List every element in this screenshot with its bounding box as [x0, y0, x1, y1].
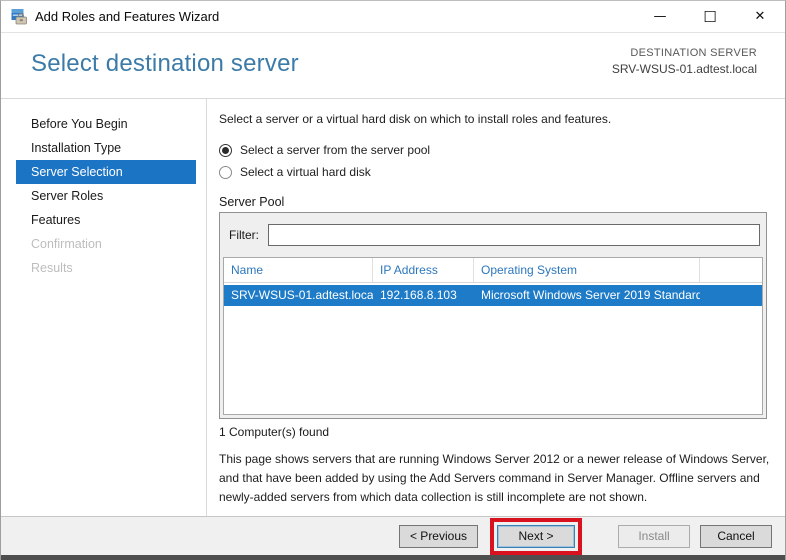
sidebar-item-features[interactable]: Features [1, 208, 206, 232]
destination-block: DESTINATION SERVER SRV-WSUS-01.adtest.lo… [612, 47, 757, 76]
column-header-operating-system[interactable]: Operating System [474, 258, 700, 282]
radio-virtual-hard-disk[interactable] [219, 165, 232, 179]
radio-server-pool-label: Select a server from the server pool [240, 143, 431, 157]
column-header-ip-address[interactable]: IP Address [373, 258, 474, 282]
close-button[interactable]: ✕ [735, 1, 785, 33]
wizard-footer: < Previous Next > Install Cancel [1, 516, 785, 555]
sidebar-item-server-roles[interactable]: Server Roles [1, 184, 206, 208]
filter-input[interactable] [268, 224, 760, 246]
cell-server-name: SRV-WSUS-01.adtest.local [231, 288, 373, 302]
sidebar-item-results: Results [31, 261, 73, 275]
sidebar-item-installation-type[interactable]: Installation Type [1, 136, 206, 160]
minimize-button[interactable]: — [635, 1, 685, 33]
filter-label: Filter: [229, 228, 259, 242]
title-bar: Add Roles and Features Wizard — ☐ ✕ [1, 1, 785, 33]
cell-ip-address: 192.168.8.103 [380, 288, 457, 302]
radio-virtual-hard-disk-label: Select a virtual hard disk [240, 165, 371, 179]
wizard-header: Select destination server DESTINATION SE… [1, 33, 785, 99]
red-annotation-box: Next > [490, 517, 582, 555]
window-bottom-border [1, 555, 785, 560]
table-header-row: Name IP Address Operating System [224, 258, 762, 283]
page-description: This page shows servers that are running… [219, 452, 770, 504]
column-header-extra [700, 258, 762, 282]
sidebar-item-server-selection[interactable]: Server Selection [16, 160, 196, 184]
server-pool-panel: Filter: Name IP Address Operating System… [219, 212, 767, 419]
page-title: Select destination server [31, 50, 299, 77]
cancel-button[interactable]: Cancel [700, 524, 772, 548]
maximize-button[interactable]: ☐ [685, 1, 735, 33]
window-title: Add Roles and Features Wizard [35, 9, 220, 24]
server-pool-table: Name IP Address Operating System SRV-WSU… [223, 257, 763, 415]
table-row-selected[interactable]: SRV-WSUS-01.adtest.local 192.168.8.103 M… [224, 285, 762, 306]
radio-option-virtual-hard-disk[interactable]: Select a virtual hard disk [219, 165, 779, 179]
destination-server-name: SRV-WSUS-01.adtest.local [611, 62, 757, 76]
intro-text: Select a server or a virtual hard disk o… [219, 112, 612, 126]
computers-found-count: 1 Computer(s) found [219, 425, 330, 439]
server-pool-label: Server Pool [219, 195, 285, 209]
wizard-app-icon [11, 8, 27, 24]
previous-button[interactable]: < Previous [398, 524, 478, 548]
sidebar-item-before-you-begin[interactable]: Before You Begin [1, 112, 206, 136]
radio-option-server-pool[interactable]: Select a server from the server pool [219, 143, 779, 157]
sidebar-item-confirmation: Confirmation [31, 237, 102, 251]
wizard-content: Select a server or a virtual hard disk o… [207, 99, 785, 516]
wizard-window: Add Roles and Features Wizard — ☐ ✕ Sele… [0, 0, 786, 560]
install-button: Install [618, 524, 690, 548]
column-header-name[interactable]: Name [224, 258, 373, 282]
destination-label: DESTINATION SERVER [630, 47, 757, 59]
next-button[interactable]: Next > [497, 524, 575, 548]
radio-server-pool[interactable] [219, 143, 232, 157]
cell-operating-system: Microsoft Windows Server 2019 Standard [481, 288, 700, 302]
wizard-steps-sidebar: Before You Begin Installation Type Serve… [1, 99, 207, 516]
